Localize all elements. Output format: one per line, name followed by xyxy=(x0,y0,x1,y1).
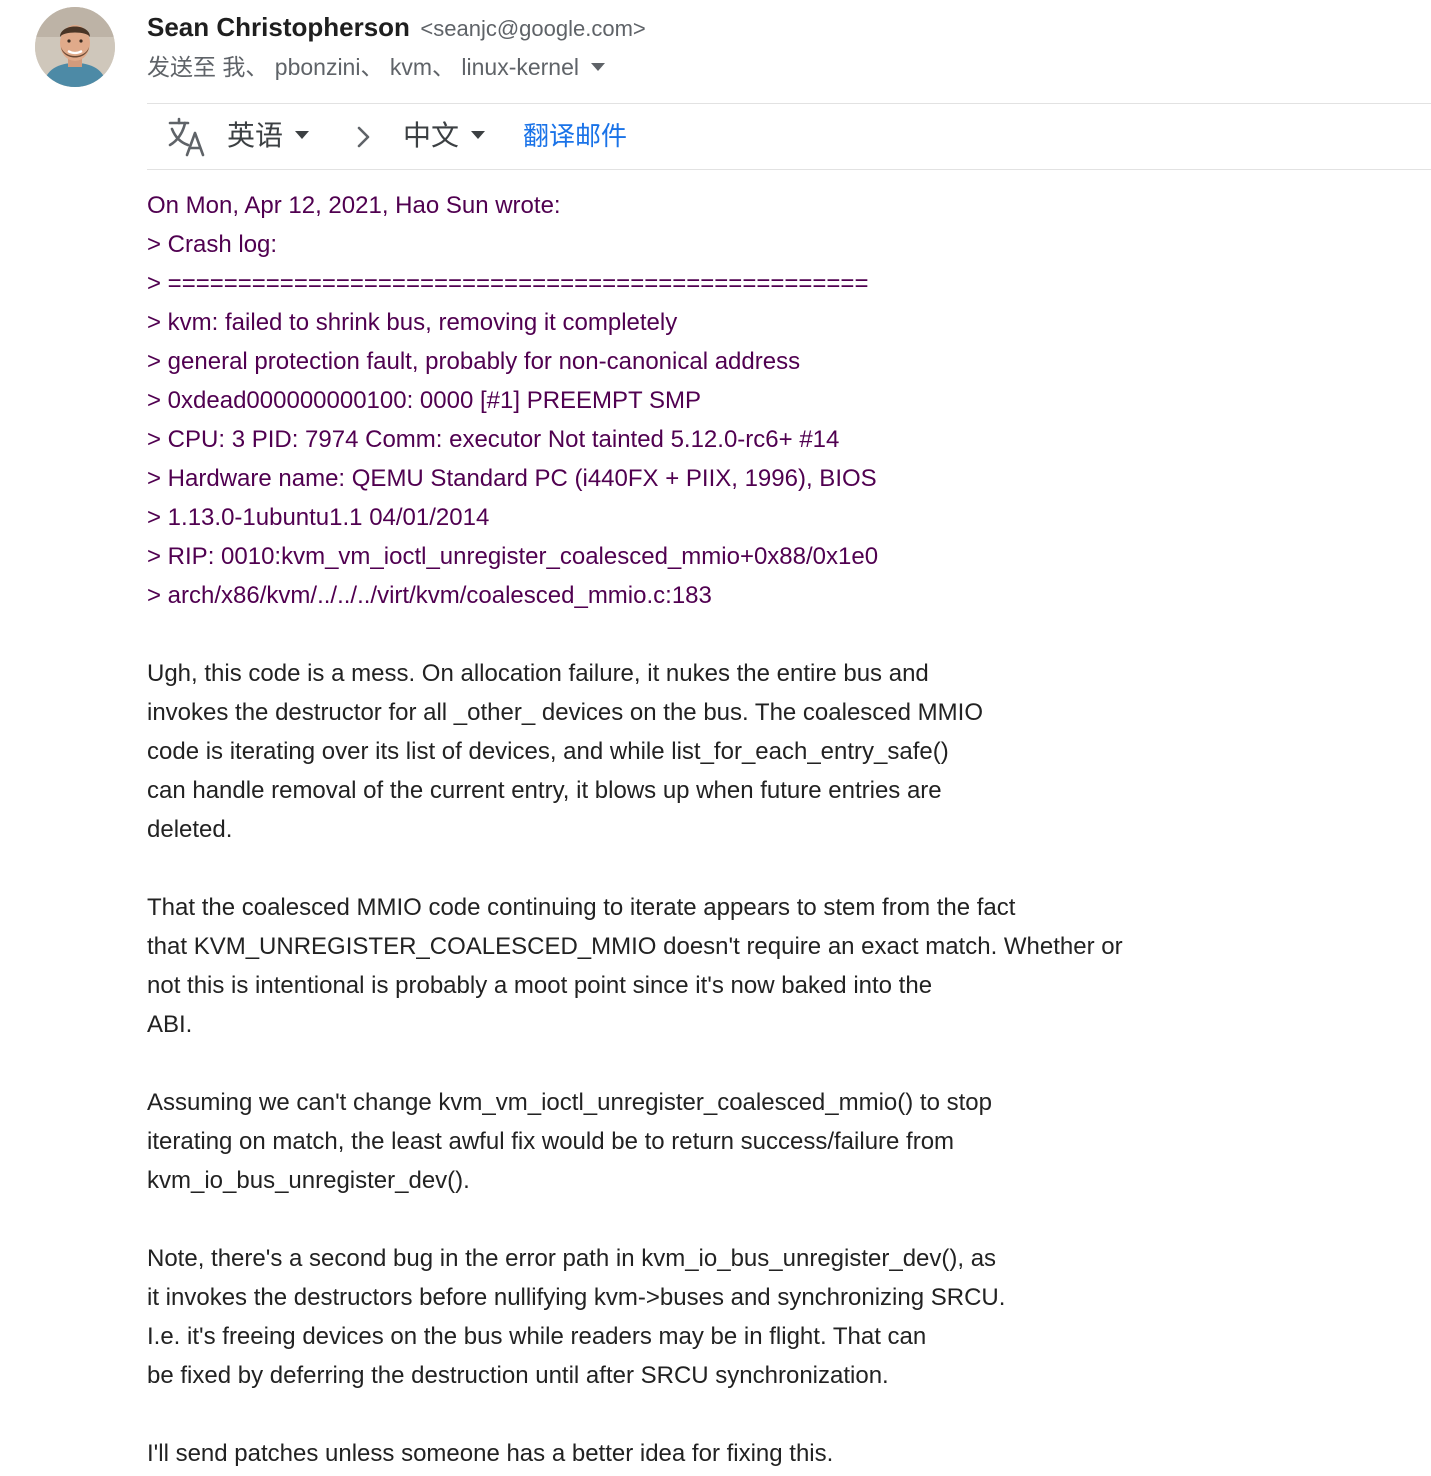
target-language-label: 中文 xyxy=(403,120,460,151)
paragraph-line: That the coalesced MMIO code continuing … xyxy=(147,894,1016,921)
paragraph-line: deleted. xyxy=(147,816,233,843)
sender-email: <seanjc@google.com> xyxy=(420,16,646,41)
source-language-dropdown[interactable]: 英语 xyxy=(227,116,310,156)
paragraph-line: I'll send patches unless someone has a b… xyxy=(147,1440,834,1467)
quoted-text: On Mon, Apr 12, 2021, Hao Sun wrote: > C… xyxy=(147,186,1397,615)
paragraph-line: it invokes the destructors before nullif… xyxy=(147,1284,1006,1311)
sender-line: Sean Christopherson <seanjc@google.com> xyxy=(147,10,646,44)
paragraph-line: that KVM_UNREGISTER_COALESCED_MMIO doesn… xyxy=(147,933,1123,960)
quote-line: > RIP: 0010:kvm_vm_ioctl_unregister_coal… xyxy=(147,543,879,570)
paragraph: Ugh, this code is a mess. On allocation … xyxy=(147,654,1397,849)
paragraph-line: invokes the destructor for all _other_ d… xyxy=(147,699,983,726)
quote-line: > Crash log: xyxy=(147,231,278,258)
paragraph-line: Note, there's a second bug in the error … xyxy=(147,1245,997,1272)
quote-line: > kvm: failed to shrink bus, removing it… xyxy=(147,309,678,336)
quote-line: > 1.13.0-1ubuntu1.1 04/01/2014 xyxy=(147,504,490,531)
quote-line: > Hardware name: QEMU Standard PC (i440F… xyxy=(147,465,877,492)
quote-line: > ======================================… xyxy=(147,270,869,297)
avatar[interactable] xyxy=(35,7,115,87)
quote-line: > CPU: 3 PID: 7974 Comm: executor Not ta… xyxy=(147,426,840,453)
chevron-down-icon xyxy=(295,130,310,139)
chevron-down-icon[interactable] xyxy=(591,62,606,71)
paragraph-line: Assuming we can't change kvm_vm_ioctl_un… xyxy=(147,1089,992,1116)
paragraph-line: code is iterating over its list of devic… xyxy=(147,738,949,765)
paragraph: I'll send patches unless someone has a b… xyxy=(147,1434,1397,1473)
paragraph-line: iterating on match, the least awful fix … xyxy=(147,1128,955,1155)
quote-line: > general protection fault, probably for… xyxy=(147,348,801,375)
paragraph: Note, there's a second bug in the error … xyxy=(147,1239,1397,1395)
person-avatar-icon xyxy=(35,7,115,87)
paragraph-line: be fixed by deferring the destruction un… xyxy=(147,1362,889,1389)
paragraph-line: Ugh, this code is a mess. On allocation … xyxy=(147,660,929,687)
chevron-down-icon xyxy=(471,130,486,139)
paragraph: That the coalesced MMIO code continuing … xyxy=(147,888,1397,1044)
translate-message-link[interactable]: 翻译邮件 xyxy=(523,116,627,156)
paragraph: Assuming we can't change kvm_vm_ioctl_un… xyxy=(147,1083,1397,1200)
recipients-text: 发送至 我、 pbonzini、 kvm、 linux-kernel xyxy=(147,54,580,80)
source-language-label: 英语 xyxy=(227,120,284,151)
sender-name[interactable]: Sean Christopherson xyxy=(147,12,410,42)
paragraph-line: can handle removal of the current entry,… xyxy=(147,777,942,804)
message-body: On Mon, Apr 12, 2021, Hao Sun wrote: > C… xyxy=(147,186,1397,1473)
quote-line: On Mon, Apr 12, 2021, Hao Sun wrote: xyxy=(147,192,561,219)
recipients-toggle[interactable]: 发送至 我、 pbonzini、 kvm、 linux-kernel xyxy=(147,50,606,84)
translate-icon xyxy=(168,117,205,157)
divider xyxy=(147,169,1431,170)
paragraph-line: ABI. xyxy=(147,1011,193,1038)
quote-line: > arch/x86/kvm/../../../virt/kvm/coalesc… xyxy=(147,582,712,609)
translate-bar: 英语 中文 翻译邮件 xyxy=(147,104,1431,169)
chevron-right-icon xyxy=(357,126,370,148)
target-language-dropdown[interactable]: 中文 xyxy=(403,116,486,156)
paragraph-line: kvm_io_bus_unregister_dev(). xyxy=(147,1167,470,1194)
paragraph-line: not this is intentional is probably a mo… xyxy=(147,972,933,999)
paragraph-line: I.e. it's freeing devices on the bus whi… xyxy=(147,1323,927,1350)
quote-line: > 0xdead000000000100: 0000 [#1] PREEMPT … xyxy=(147,387,701,414)
